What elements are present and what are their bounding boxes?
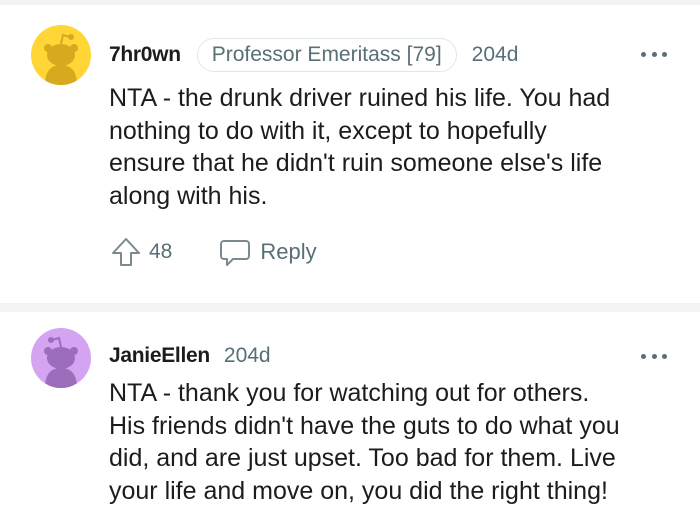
comment-body-line: NTA - thank you for watching out for oth… xyxy=(109,379,590,407)
snoo-avatar-icon[interactable] xyxy=(31,25,91,85)
username[interactable]: JanieEllen xyxy=(109,344,210,368)
upvote-arrow-icon xyxy=(112,238,140,266)
user-flair: Professor Emeritass [79] xyxy=(196,38,457,72)
more-options-icon[interactable] xyxy=(641,49,667,59)
comment-age: 204d xyxy=(471,43,519,66)
reply-bubble-icon xyxy=(220,240,251,266)
comment-body-line: His friends didn't have the guts to do w… xyxy=(109,411,620,440)
comment-actions: 48 Reply xyxy=(109,232,317,272)
comment-body-line: NTA - the drunk driver ruined his life. … xyxy=(109,84,611,112)
comment-divider xyxy=(0,303,700,312)
upvote-button[interactable]: 48 xyxy=(109,235,172,269)
vote-score: 48 xyxy=(149,240,173,263)
comment-body: NTA - thank you for watching out for oth… xyxy=(109,377,679,507)
comment: 7hr0wn Professor Emeritass [79] 204d NTA… xyxy=(0,5,700,303)
username[interactable]: 7hr0wn xyxy=(109,43,181,67)
comment-age: 204d xyxy=(223,344,271,367)
comment-body-line: along with his. xyxy=(109,181,268,210)
comment: JanieEllen 204d NTA - thank you for watc… xyxy=(0,312,700,528)
comment-body: NTA - the drunk driver ruined his life. … xyxy=(109,82,679,212)
reply-button[interactable]: Reply xyxy=(218,235,317,269)
comment-body-line: your life and move on, you did the right… xyxy=(109,476,608,505)
comment-body-line: ensure that he didn't ruin someone else'… xyxy=(109,149,603,177)
reply-label: Reply xyxy=(260,239,317,264)
comment-body-line: nothing to do with it, except to hopeful… xyxy=(109,116,547,145)
snoo-avatar-icon[interactable] xyxy=(31,328,91,388)
comment-body-line: did, and are just upset. Too bad for the… xyxy=(109,444,616,472)
more-options-icon[interactable] xyxy=(641,351,667,361)
